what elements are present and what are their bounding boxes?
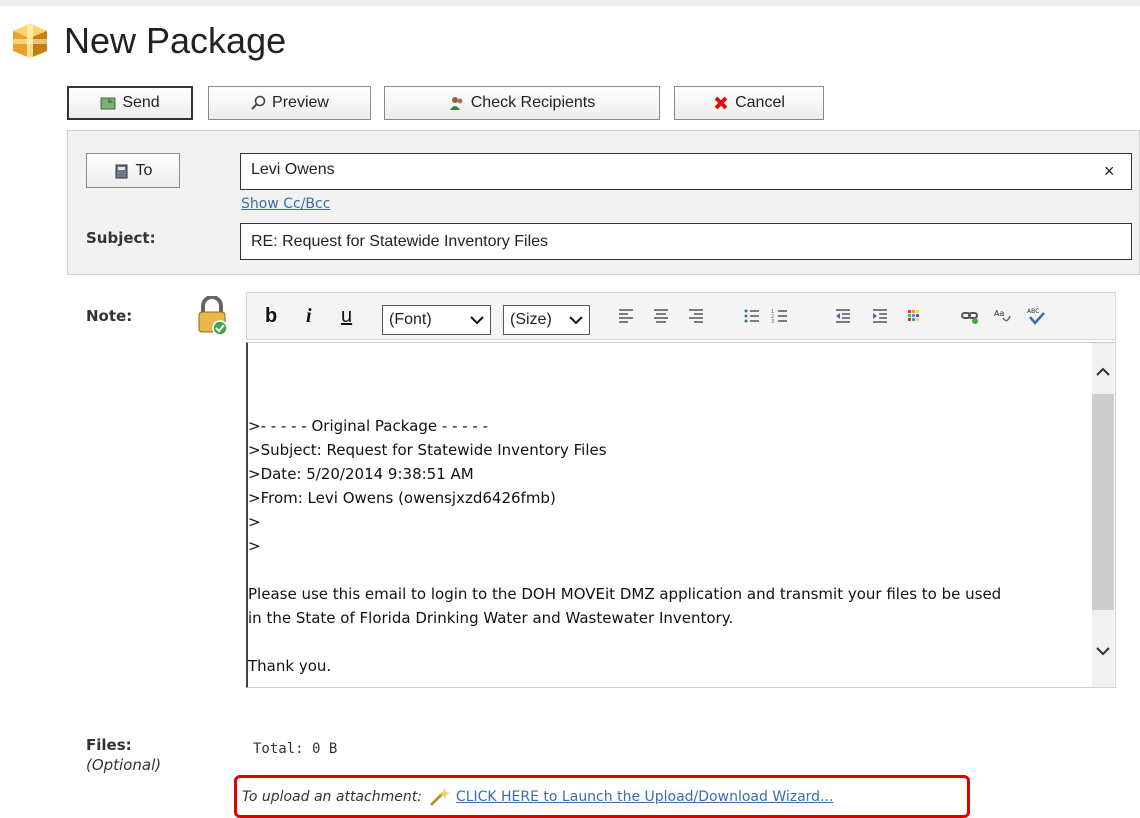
address-book-icon <box>115 164 128 178</box>
to-field[interactable]: Levi Owens <box>240 153 1132 190</box>
magnifier-icon <box>251 95 266 110</box>
chevron-down-icon <box>470 316 484 325</box>
files-label: Files: <box>86 736 132 754</box>
check-recipients-label: Check Recipients <box>470 94 596 111</box>
note-line: >From: Levi Owens (owensjxzd6426fmb) <box>248 489 556 507</box>
align-right-icon[interactable] <box>686 306 706 326</box>
note-label: Note: <box>86 307 133 325</box>
editor-toolbar <box>246 292 1116 340</box>
page-title: New Package <box>64 20 287 61</box>
cancel-button[interactable]: Cancel <box>674 86 824 120</box>
send-button[interactable]: Send <box>67 86 193 120</box>
note-line: > <box>248 537 261 555</box>
note-line: in the State of Florida Drinking Water a… <box>248 609 734 627</box>
svg-text:Aa: Aa <box>994 309 1004 318</box>
bold-button[interactable]: b <box>265 305 277 328</box>
check-recipients-button[interactable]: Check Recipients <box>384 86 660 120</box>
spellcheck-icon[interactable]: ABC <box>1026 306 1046 326</box>
top-strip <box>0 0 1140 6</box>
font-select-value: (Font) <box>389 311 432 328</box>
underline-button[interactable]: u <box>341 305 352 328</box>
note-body[interactable]: >- - - - - Original Package - - - - - >S… <box>248 414 1084 678</box>
chevron-down-icon <box>569 316 583 325</box>
subject-field[interactable]: RE: Request for Statewide Inventory File… <box>240 223 1132 260</box>
note-line: Please use this email to login to the DO… <box>248 585 1002 603</box>
note-line: >Date: 5/20/2014 9:38:51 AM <box>248 465 474 483</box>
clear-recipient-icon[interactable]: × <box>1104 161 1115 182</box>
svg-text:ABC: ABC <box>1027 308 1039 315</box>
note-line <box>248 558 1084 582</box>
users-icon <box>449 97 463 110</box>
note-line <box>248 630 1084 654</box>
editor-scroll-thumb[interactable] <box>1092 394 1114 610</box>
to-button[interactable]: To <box>86 153 180 188</box>
upload-prompt: To upload an attachment: <box>242 788 422 805</box>
color-palette-icon[interactable] <box>904 306 924 326</box>
send-label: Send <box>122 94 160 111</box>
scroll-up-icon[interactable] <box>1096 367 1110 377</box>
show-cc-bcc-link[interactable]: Show Cc/Bcc <box>241 196 330 212</box>
indent-icon[interactable] <box>870 306 890 326</box>
size-select[interactable]: (Size) <box>503 305 590 335</box>
font-select[interactable]: (Font) <box>382 305 491 335</box>
red-x-icon <box>714 96 728 110</box>
svg-text:3: 3 <box>771 319 774 325</box>
to-button-label: To <box>135 161 153 179</box>
preview-button[interactable]: Preview <box>208 86 371 120</box>
align-left-icon[interactable] <box>616 306 636 326</box>
package-icon <box>13 24 47 58</box>
scroll-down-icon[interactable] <box>1096 646 1110 656</box>
secure-lock-icon <box>198 296 228 336</box>
italic-button[interactable]: i <box>306 305 312 328</box>
spell-replace-icon[interactable]: Aa <box>993 306 1013 326</box>
note-line: >Subject: Request for Statewide Inventor… <box>248 441 607 459</box>
upload-wizard-link[interactable]: CLICK HERE to Launch the Upload/Download… <box>456 789 834 805</box>
subject-label: Subject: <box>86 229 156 247</box>
bullet-list-icon[interactable] <box>742 306 762 326</box>
outdent-icon[interactable] <box>833 306 853 326</box>
link-icon[interactable] <box>960 306 980 326</box>
files-optional-label: (Optional) <box>86 756 162 774</box>
wizard-wand-icon <box>429 787 450 806</box>
preview-label: Preview <box>272 94 329 111</box>
align-center-icon[interactable] <box>651 306 671 326</box>
note-line: > <box>248 513 261 531</box>
cancel-label: Cancel <box>735 94 785 111</box>
files-total: Total: 0 B <box>253 741 338 757</box>
note-line: >- - - - - Original Package - - - - - <box>248 417 489 435</box>
page-header: New Package <box>10 16 286 66</box>
size-select-value: (Size) <box>510 311 552 328</box>
upload-callout: To upload an attachment: CLICK HERE to L… <box>234 775 970 818</box>
numbered-list-icon[interactable]: 123 <box>770 306 790 326</box>
send-icon <box>100 97 116 110</box>
note-line: Thank you. <box>248 657 332 675</box>
